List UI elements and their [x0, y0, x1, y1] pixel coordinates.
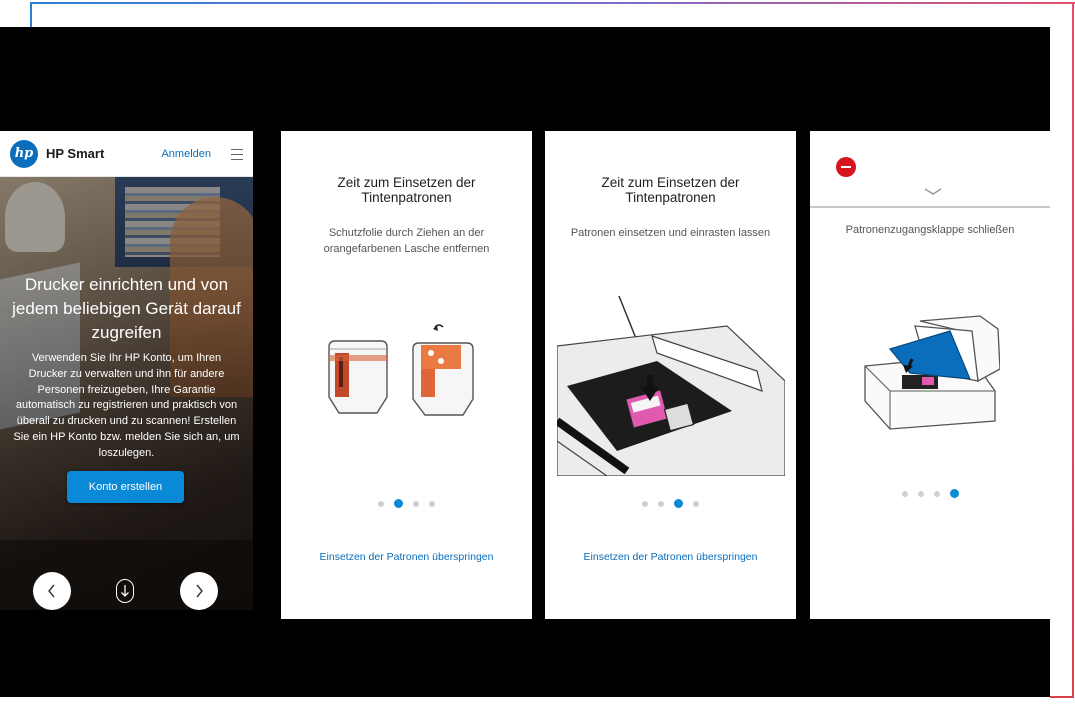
hamburger-icon[interactable]	[231, 148, 243, 160]
step-instruction-line-2: orangefarbenen Lasche entfernen	[323, 243, 490, 255]
step-dot-4[interactable]	[429, 500, 435, 507]
step-dot-1[interactable]	[642, 500, 648, 507]
skip-cartridges-link[interactable]: Einsetzen der Patronen überspringen	[545, 551, 796, 563]
step-dot-3-active[interactable]	[674, 499, 683, 508]
frame-line-right	[1072, 2, 1074, 698]
printer-close-door-illustration	[864, 315, 1000, 430]
chevron-left-icon	[48, 584, 55, 598]
skip-cartridges-link[interactable]: Einsetzen der Patronen überspringen	[281, 551, 532, 563]
next-slide-button[interactable]	[180, 572, 218, 610]
step-dot-4[interactable]	[693, 500, 699, 507]
wizard-step-remove-tape: Zeit zum Einsetzen der Tintenpatronen Sc…	[281, 131, 532, 619]
minus-circle-icon[interactable]	[836, 157, 856, 177]
step-title-line-2: Tintenpatronen	[625, 190, 716, 205]
frame-line-top	[30, 2, 1075, 4]
hero-title: Drucker einrichten und von jedem beliebi…	[12, 275, 241, 342]
step-instruction-line-1: Schutzfolie durch Ziehen an der	[328, 227, 485, 239]
step-dot-3[interactable]	[933, 490, 940, 497]
card-top-bar	[810, 131, 1050, 208]
step-indicator	[545, 499, 796, 508]
step-instruction: Patronen einsetzen und einrasten lassen	[570, 227, 771, 239]
hp-logo[interactable]: hp	[10, 139, 38, 168]
step-instruction: Schutzfolie durch Ziehen an der orangefa…	[301, 225, 512, 257]
step-dot-1[interactable]	[901, 490, 908, 497]
step-title-line-1: Zeit zum Einsetzen der	[337, 175, 476, 190]
hp-logo-text: hp	[14, 146, 34, 161]
step-dot-3[interactable]	[413, 500, 419, 507]
cartridge-tape-illustration	[328, 324, 474, 416]
chevron-down-icon[interactable]	[924, 188, 942, 196]
hero-description: Verwenden Sie Ihr HP Konto, um Ihren Dru…	[13, 352, 240, 459]
step-title: Zeit zum Einsetzen der Tintenpatronen	[281, 175, 532, 205]
step-dot-4-active[interactable]	[949, 489, 959, 498]
frame-line-bottom	[1050, 696, 1074, 698]
step-instruction: Patronenzugangsklappe schließen	[845, 224, 1015, 236]
site-header: hp HP Smart Anmelden	[0, 131, 253, 177]
step-indicator	[281, 499, 532, 508]
step-dot-2[interactable]	[917, 490, 924, 497]
login-link[interactable]: Anmelden	[161, 148, 211, 160]
wizard-step-close-door: Patronenzugangsklappe schließen	[810, 131, 1050, 619]
step-title-line-2: Tintenpatronen	[361, 190, 452, 205]
wizard-step-insert-cartridges: Zeit zum Einsetzen der Tintenpatronen Pa…	[545, 131, 796, 619]
brand-name: HP Smart	[46, 146, 105, 161]
frame-line-left	[30, 2, 32, 28]
scroll-down-icon[interactable]	[116, 579, 134, 603]
arrow-down-icon	[121, 585, 129, 597]
hero-section: Drucker einrichten und von jedem beliebi…	[0, 177, 253, 610]
step-dot-2-active[interactable]	[394, 499, 403, 508]
step-dot-1[interactable]	[378, 500, 384, 507]
step-dot-2[interactable]	[658, 500, 664, 507]
create-account-button[interactable]: Konto erstellen	[67, 471, 184, 503]
step-title: Zeit zum Einsetzen der Tintenpatronen	[545, 175, 796, 205]
step-title-line-1: Zeit zum Einsetzen der	[601, 175, 740, 190]
previous-slide-button[interactable]	[33, 572, 71, 610]
hp-smart-mobile-page: hp HP Smart Anmelden Drucker einrichten …	[0, 131, 253, 610]
printer-insert-illustration	[557, 295, 785, 476]
step-indicator	[810, 489, 1050, 498]
chevron-right-icon	[196, 584, 203, 598]
